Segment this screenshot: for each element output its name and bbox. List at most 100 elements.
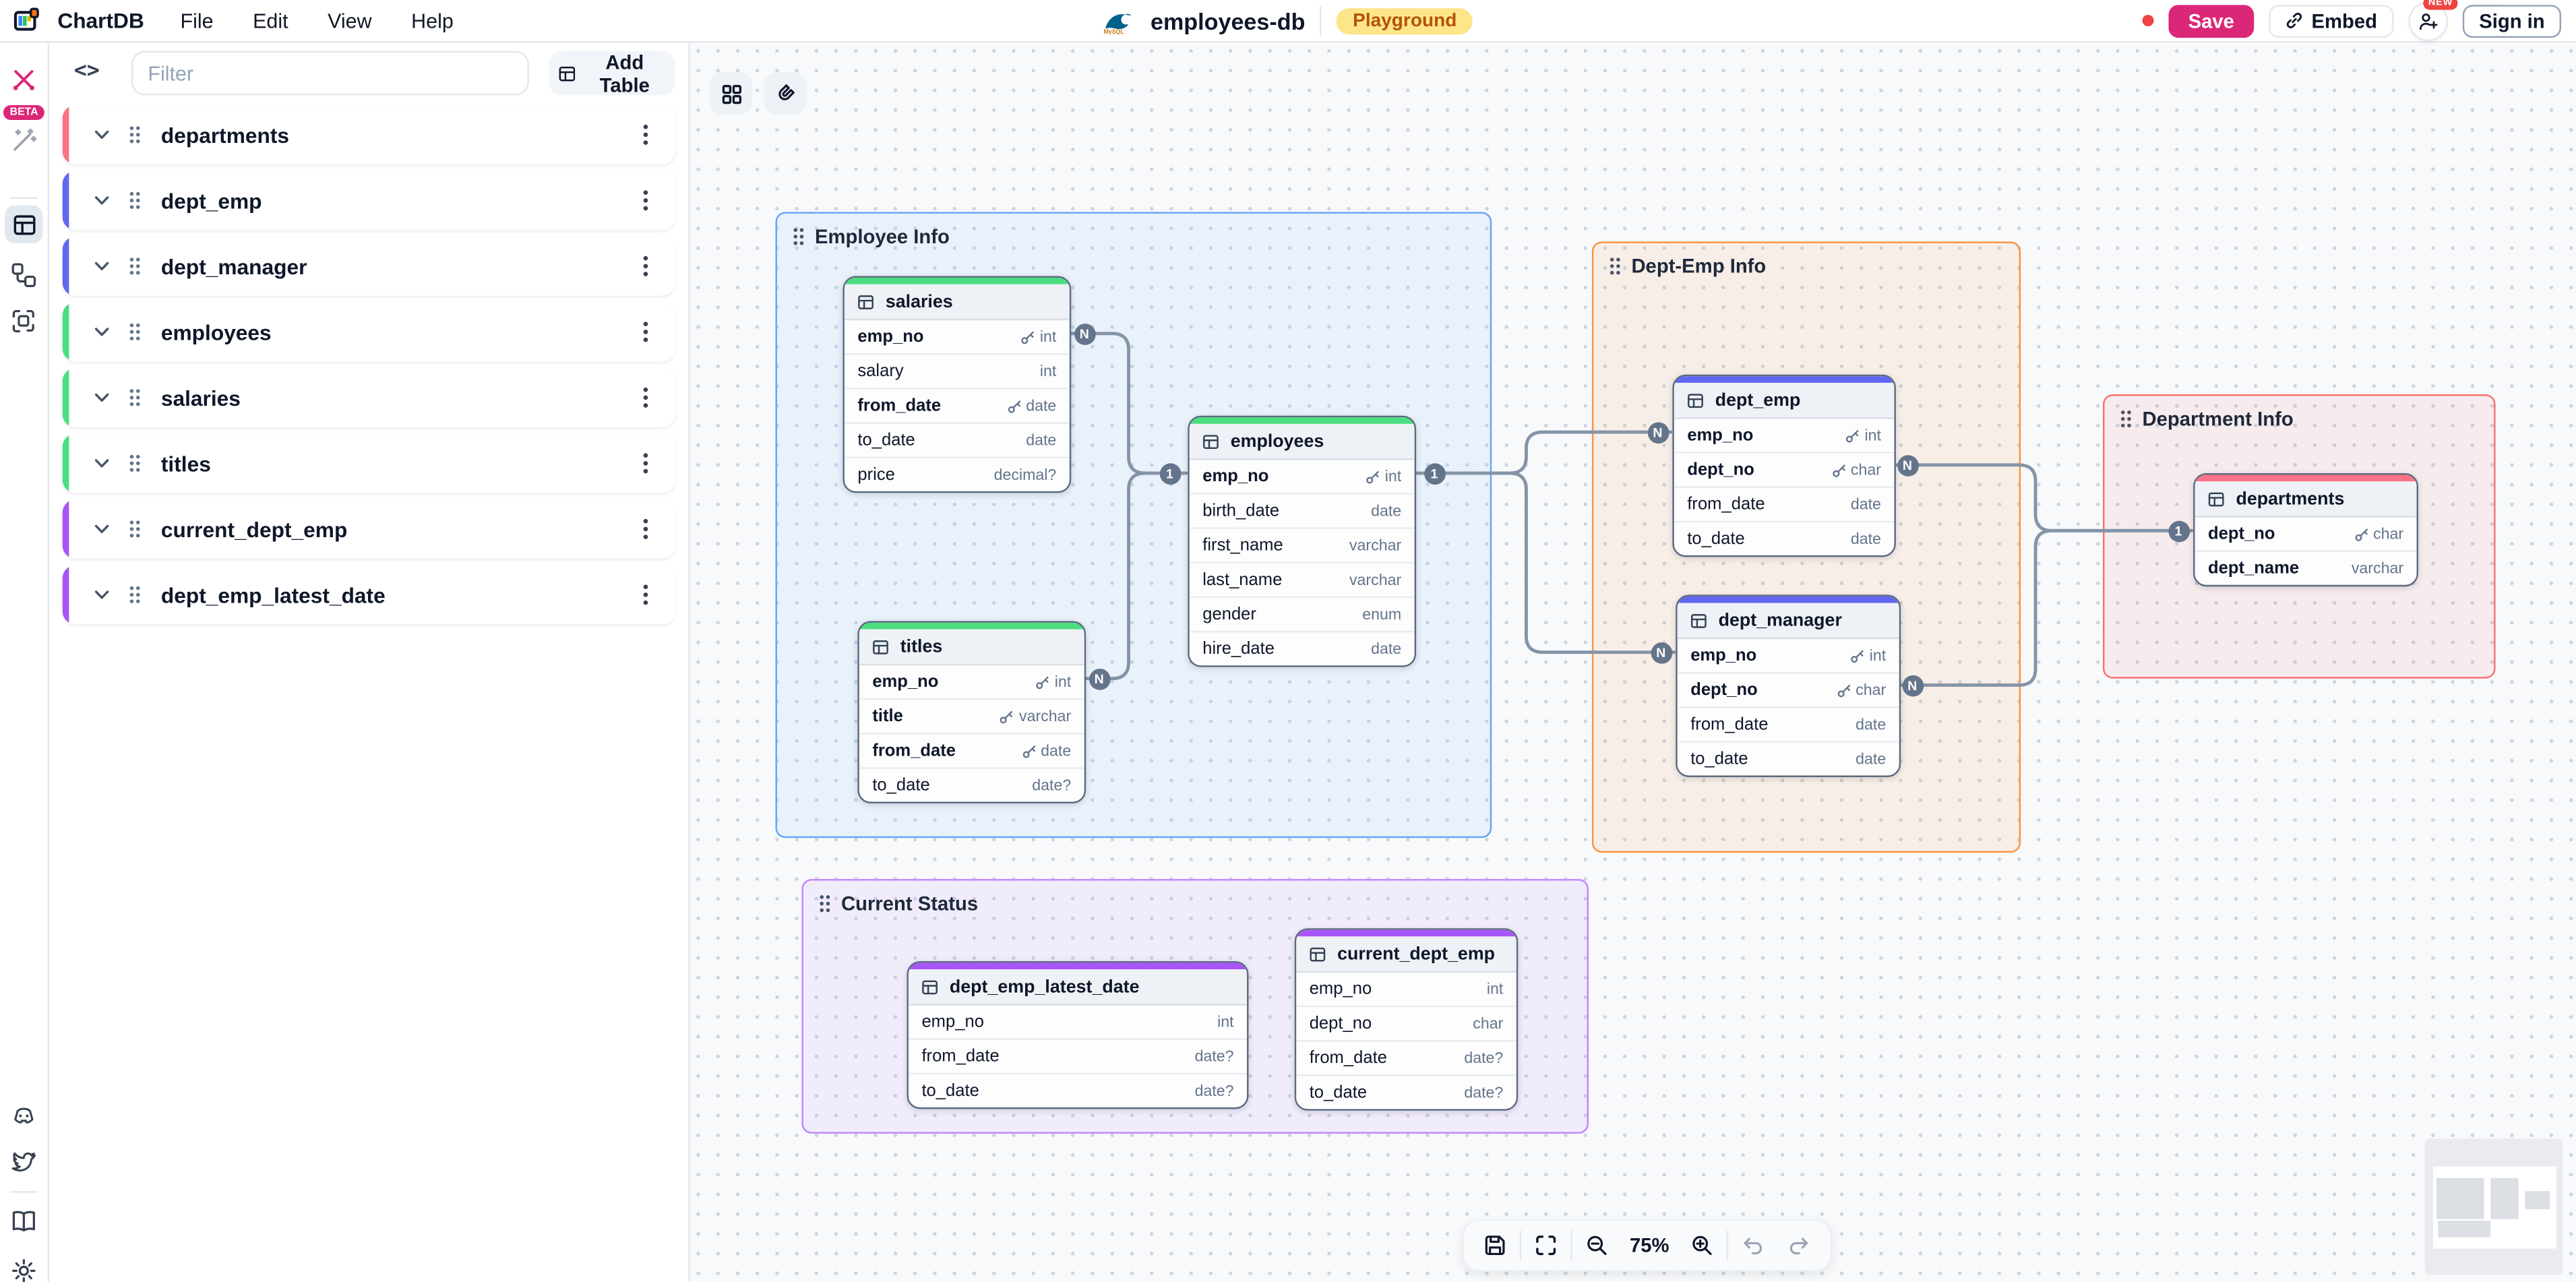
table-node-current_dept_emp[interactable]: current_dept_emp emp_noint dept_nochar f… xyxy=(1295,928,1519,1111)
grid-toggle-button[interactable] xyxy=(710,72,752,115)
field-row[interactable]: pricedecimal? xyxy=(845,458,1070,491)
chevron-down-icon[interactable] xyxy=(92,191,112,210)
chevron-down-icon[interactable] xyxy=(92,388,112,407)
chevron-down-icon[interactable] xyxy=(92,585,112,605)
rail-tables-button[interactable] xyxy=(5,206,42,243)
field-row[interactable]: to_datedate xyxy=(1674,522,1895,555)
sidebar-table-label[interactable]: dept_emp xyxy=(161,188,642,213)
editor-mode-icon[interactable] xyxy=(10,66,38,94)
drag-handle-icon[interactable] xyxy=(128,454,142,473)
diagram-name[interactable]: employees-db xyxy=(1151,7,1305,34)
table-header[interactable]: dept_emp xyxy=(1674,383,1895,419)
sidebar-item-current_dept_emp[interactable]: current_dept_emp xyxy=(63,499,675,559)
sidebar-item-titles[interactable]: titles xyxy=(63,434,675,493)
table-node-dept_emp_latest_date[interactable]: dept_emp_latest_date emp_noint from_date… xyxy=(907,961,1249,1109)
field-row[interactable]: emp_noint xyxy=(1678,639,1899,673)
field-row[interactable]: hire_datedate xyxy=(1190,632,1415,665)
field-row[interactable]: first_namevarchar xyxy=(1190,529,1415,563)
drag-handle-icon[interactable] xyxy=(128,125,142,144)
save-button[interactable]: Save xyxy=(2168,4,2254,37)
sidebar-item-dept_manager[interactable]: dept_manager xyxy=(63,237,675,296)
minimap[interactable] xyxy=(2425,1138,2563,1275)
table-node-dept_emp[interactable]: dept_emp emp_noint dept_nochar from_date… xyxy=(1672,375,1896,557)
docs-book-icon[interactable] xyxy=(10,1208,38,1235)
field-row[interactable]: dept_nochar xyxy=(1678,673,1899,708)
table-header[interactable]: departments xyxy=(2195,481,2417,518)
field-row[interactable]: from_datedate xyxy=(1674,488,1895,522)
table-menu-icon[interactable] xyxy=(642,386,649,409)
ai-wand-icon[interactable] xyxy=(10,127,38,154)
drag-handle-icon[interactable] xyxy=(128,322,142,342)
field-row[interactable]: from_datedate xyxy=(859,735,1084,769)
chevron-down-icon[interactable] xyxy=(92,256,112,276)
field-row[interactable]: dept_nochar xyxy=(1296,1007,1516,1041)
field-row[interactable]: emp_noint xyxy=(1190,460,1415,495)
field-row[interactable]: genderenum xyxy=(1190,598,1415,632)
chevron-down-icon[interactable] xyxy=(92,125,112,144)
field-row[interactable]: emp_noint xyxy=(859,665,1084,700)
field-row[interactable]: dept_nochar xyxy=(2195,518,2417,552)
relationships-icon[interactable] xyxy=(10,262,38,289)
filter-input[interactable] xyxy=(131,51,529,96)
sidebar-item-dept_emp_latest_date[interactable]: dept_emp_latest_date xyxy=(63,566,675,625)
chevron-down-icon[interactable] xyxy=(92,519,112,539)
table-node-employees[interactable]: employees emp_noint birth_datedate first… xyxy=(1188,416,1416,667)
table-menu-icon[interactable] xyxy=(642,320,649,343)
field-row[interactable]: to_datedate? xyxy=(859,769,1084,802)
redo-button[interactable] xyxy=(1777,1224,1820,1266)
snap-magnet-button[interactable] xyxy=(764,72,806,115)
field-row[interactable]: emp_noint xyxy=(909,1006,1247,1040)
field-row[interactable]: to_datedate xyxy=(845,424,1070,458)
sidebar-item-employees[interactable]: employees xyxy=(63,303,675,362)
undo-button[interactable] xyxy=(1731,1224,1774,1266)
diagram-canvas[interactable]: Employee Info Dept-Emp Info Department I… xyxy=(688,41,2576,1281)
discord-icon[interactable] xyxy=(10,1103,38,1130)
field-row[interactable]: to_datedate? xyxy=(1296,1076,1516,1109)
areas-icon[interactable] xyxy=(10,307,38,335)
table-node-dept_manager[interactable]: dept_manager emp_noint dept_nochar from_… xyxy=(1676,594,1901,777)
chevron-down-icon[interactable] xyxy=(92,454,112,473)
field-row[interactable]: to_datedate? xyxy=(909,1074,1247,1107)
table-header[interactable]: dept_manager xyxy=(1678,603,1899,640)
table-header[interactable]: titles xyxy=(859,630,1084,666)
chevron-down-icon[interactable] xyxy=(92,322,112,342)
drag-handle-icon[interactable] xyxy=(128,388,142,407)
add-table-button[interactable]: Add Table xyxy=(549,51,675,96)
table-menu-icon[interactable] xyxy=(642,583,649,606)
field-row[interactable]: to_datedate xyxy=(1678,743,1899,776)
menu-edit[interactable]: Edit xyxy=(253,9,288,32)
table-menu-icon[interactable] xyxy=(642,123,649,146)
sidebar-table-label[interactable]: titles xyxy=(161,451,642,476)
table-menu-icon[interactable] xyxy=(642,189,649,212)
table-node-titles[interactable]: titles emp_noint titlevarchar from_dated… xyxy=(857,621,1086,803)
sidebar-item-dept_emp[interactable]: dept_emp xyxy=(63,171,675,231)
view-code-toggle[interactable]: <> xyxy=(74,59,100,84)
table-node-departments[interactable]: departments dept_nochar dept_namevarchar xyxy=(2193,473,2418,586)
sign-in-button[interactable]: Sign in xyxy=(2463,4,2561,37)
table-header[interactable]: current_dept_emp xyxy=(1296,936,1516,973)
field-row[interactable]: dept_namevarchar xyxy=(2195,552,2417,585)
table-menu-icon[interactable] xyxy=(642,452,649,475)
fit-view-button[interactable] xyxy=(1525,1224,1567,1266)
drag-handle-icon[interactable] xyxy=(128,519,142,539)
table-menu-icon[interactable] xyxy=(642,518,649,541)
field-row[interactable]: titlevarchar xyxy=(859,700,1084,734)
menu-file[interactable]: File xyxy=(180,9,213,32)
save-diagram-button[interactable] xyxy=(1473,1224,1516,1266)
field-row[interactable]: from_datedate xyxy=(1678,708,1899,743)
menu-help[interactable]: Help xyxy=(411,9,454,32)
twitter-icon[interactable] xyxy=(10,1149,38,1176)
sidebar-item-departments[interactable]: departments xyxy=(63,105,675,164)
field-row[interactable]: birth_datedate xyxy=(1190,495,1415,529)
drag-handle-icon[interactable] xyxy=(128,191,142,210)
table-node-salaries[interactable]: salaries emp_noint salaryint from_dateda… xyxy=(842,276,1071,493)
field-row[interactable]: emp_noint xyxy=(1296,973,1516,1007)
sidebar-table-label[interactable]: current_dept_emp xyxy=(161,517,642,542)
sidebar-table-label[interactable]: employees xyxy=(161,319,642,344)
zoom-out-button[interactable] xyxy=(1576,1224,1618,1266)
drag-handle-icon[interactable] xyxy=(128,585,142,605)
zoom-in-button[interactable] xyxy=(1681,1224,1723,1266)
settings-gear-icon[interactable] xyxy=(10,1257,38,1282)
sidebar-item-salaries[interactable]: salaries xyxy=(63,368,675,427)
invite-user-button[interactable]: NEW xyxy=(2408,1,2448,40)
